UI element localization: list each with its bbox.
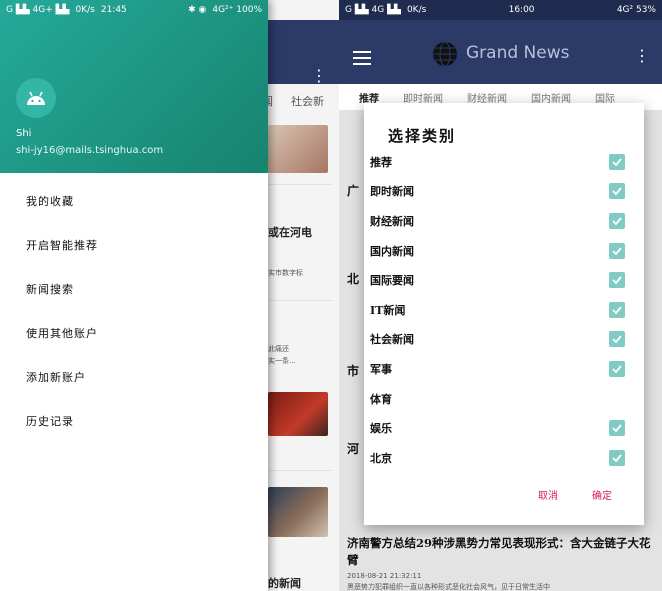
drawer-header: G ▙▙ 4G+ ▙▙ 0K/s 21:45 ✱ ◉ 4G²⁺ 100% Shi… xyxy=(0,0,268,173)
drawer-item-smart-recommend[interactable]: 开启智能推荐 xyxy=(0,223,268,267)
news-date: 2018-08-21 21:32:11 xyxy=(347,572,422,580)
news-headline[interactable]: 广 xyxy=(347,182,359,199)
category-label: 体育 xyxy=(370,392,392,406)
category-checkbox[interactable] xyxy=(609,242,625,259)
news-snippet: 实市数字标 xyxy=(268,269,303,277)
news-headline[interactable]: 济南警方总结29种涉黑势力常见表现形式：含大金链子大花臂 xyxy=(347,535,659,569)
category-checkbox[interactable] xyxy=(609,449,625,466)
network-speed: 0K/s xyxy=(75,5,95,15)
category-label: 即时新闻 xyxy=(370,185,414,199)
divider xyxy=(262,300,333,301)
category-checkbox[interactable] xyxy=(609,272,625,289)
app-toolbar: Grand News ⋮ xyxy=(339,20,662,84)
divider xyxy=(262,184,333,185)
signal-indicator: G ▙▙ 4G+ ▙▙ xyxy=(6,5,70,15)
category-label: 推荐 xyxy=(370,155,392,169)
category-checkbox[interactable] xyxy=(609,301,625,318)
category-checkbox[interactable] xyxy=(609,183,625,200)
category-row[interactable]: 国际要闻 xyxy=(364,265,644,295)
category-row[interactable]: 社会新闻 xyxy=(364,325,644,355)
category-row[interactable]: 财经新闻 xyxy=(364,206,644,236)
drawer-item-news-search[interactable]: 新闻搜索 xyxy=(0,267,268,311)
navigation-drawer: G ▙▙ 4G+ ▙▙ 0K/s 21:45 ✱ ◉ 4G²⁺ 100% Shi… xyxy=(0,0,268,591)
status-bar: G ▙▙ 4G+ ▙▙ 0K/s 21:45 ✱ ◉ 4G²⁺ 100% xyxy=(0,0,268,20)
left-screen: ⋮ 闻 社会新 或在河电 实市数字标 此痛还 实一条... 的新闻 G ▙▙ 4… xyxy=(0,0,339,591)
category-row[interactable]: 即时新闻 xyxy=(364,177,644,207)
android-icon xyxy=(27,91,45,105)
news-headline[interactable]: 河 xyxy=(347,440,359,457)
category-row[interactable]: 娱乐 xyxy=(364,413,644,443)
battery-indicator: 4G² 53% xyxy=(616,5,656,15)
status-time: 21:45 xyxy=(100,5,127,15)
news-headline[interactable]: 北 xyxy=(347,270,359,287)
news-headline[interactable]: 或在河电 xyxy=(268,224,312,240)
category-label: 社会新闻 xyxy=(370,333,414,347)
category-checkbox[interactable] xyxy=(609,360,625,377)
news-snippet: 此痛还 xyxy=(268,345,289,353)
user-name: Shi xyxy=(16,128,32,139)
news-headline[interactable]: 市 xyxy=(347,362,359,379)
right-screen: G ▙▙ 4G ▙▙ 0K/s 16:00 4G² 53% Grand News… xyxy=(339,0,662,591)
background-tab[interactable]: 社会新 xyxy=(291,93,324,109)
category-row[interactable]: 北京 xyxy=(364,443,644,473)
category-checkbox[interactable] xyxy=(609,331,625,348)
divider xyxy=(262,470,333,471)
category-checkbox[interactable] xyxy=(609,420,625,437)
drawer-item-other-account[interactable]: 使用其他账户 xyxy=(0,311,268,355)
status-icons: ✱ ◉ xyxy=(188,5,207,15)
category-checkbox[interactable] xyxy=(609,153,625,170)
network-speed: 0K/s xyxy=(406,5,427,15)
dialog-actions: 取消 确定 xyxy=(364,487,644,507)
status-bar: G ▙▙ 4G ▙▙ 0K/s 16:00 4G² 53% xyxy=(339,0,662,20)
status-time: 16:00 xyxy=(508,5,535,15)
category-row[interactable]: IT新闻 xyxy=(364,295,644,325)
globe-logo-icon xyxy=(433,41,457,67)
category-list: 推荐即时新闻财经新闻国内新闻国际要闻 IT新闻社会新闻军事体育娱乐北京 xyxy=(364,147,644,473)
background-tabs: 闻 社会新 xyxy=(262,88,339,114)
drawer-item-history[interactable]: 历史记录 xyxy=(0,399,268,443)
category-checkbox[interactable] xyxy=(609,212,625,229)
category-row[interactable]: 国内新闻 xyxy=(364,236,644,266)
select-category-dialog: 选择类别 推荐 即时新闻 财经新闻 国内新闻 国际要闻 IT新闻 社会新闻 军事 体育 娱乐 北京 … xyxy=(364,103,644,525)
news-headline[interactable]: 的新闻 xyxy=(268,575,301,591)
news-snippet: 黑恶势力犯罪组织一直以各种形式恶化社会风气，见于日常生活中 xyxy=(347,583,550,591)
category-label: 娱乐 xyxy=(370,422,392,436)
confirm-button[interactable]: 确定 xyxy=(592,487,612,502)
category-label: IT新闻 xyxy=(370,303,406,317)
category-row[interactable]: 军事 xyxy=(364,354,644,384)
category-row[interactable]: 推荐 xyxy=(364,147,644,177)
news-snippet: 实一条... xyxy=(268,357,296,365)
category-label: 国际要闻 xyxy=(370,274,414,288)
category-label: 北京 xyxy=(370,451,392,465)
signal-indicator: G ▙▙ 4G ▙▙ xyxy=(345,5,401,15)
category-label: 军事 xyxy=(370,362,392,376)
user-email: shi-jy16@mails.tsinghua.com xyxy=(16,145,164,156)
cancel-button[interactable]: 取消 xyxy=(538,487,558,502)
news-thumbnail xyxy=(268,487,328,537)
dialog-title: 选择类别 xyxy=(388,127,457,145)
app-title: Grand News xyxy=(466,43,570,63)
overflow-menu-icon[interactable]: ⋮ xyxy=(311,66,327,85)
news-thumbnail xyxy=(268,125,328,173)
overflow-menu-icon[interactable]: ⋮ xyxy=(634,46,650,65)
news-thumbnail xyxy=(268,392,328,436)
category-label: 国内新闻 xyxy=(370,244,414,258)
category-row[interactable]: 体育 xyxy=(364,384,644,414)
drawer-item-favorites[interactable]: 我的收藏 xyxy=(0,179,268,223)
menu-icon[interactable] xyxy=(353,51,371,69)
category-label: 财经新闻 xyxy=(370,214,414,228)
battery-indicator: 4G²⁺ 100% xyxy=(212,5,262,15)
drawer-item-add-account[interactable]: 添加新账户 xyxy=(0,355,268,399)
drawer-menu: 我的收藏 开启智能推荐 新闻搜索 使用其他账户 添加新账户 历史记录 xyxy=(0,173,268,443)
avatar[interactable] xyxy=(16,78,56,118)
